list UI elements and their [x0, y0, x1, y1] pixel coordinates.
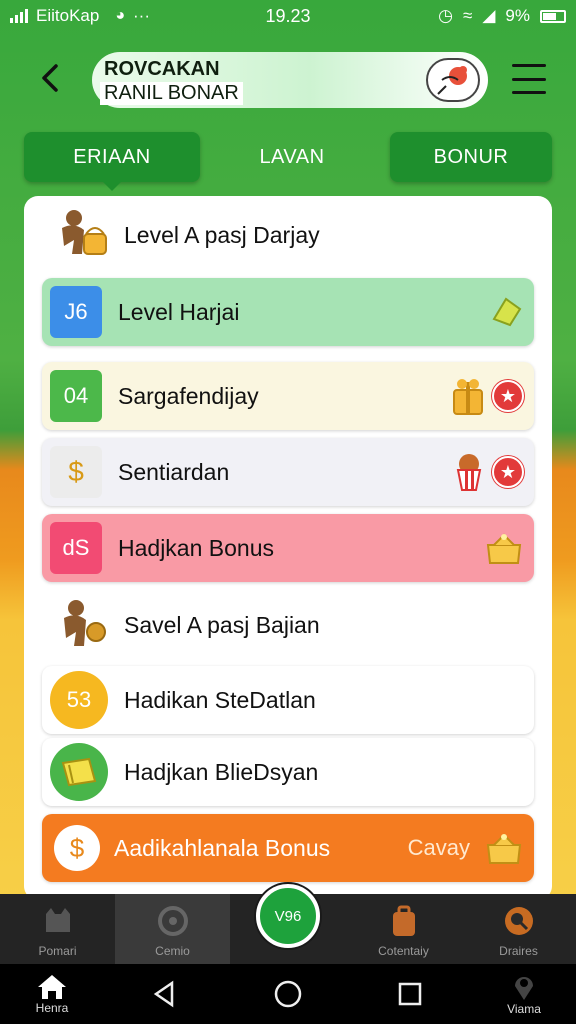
nav-cemio[interactable]: Cemio: [115, 894, 230, 964]
nav-cotentaiy[interactable]: Cotentaiy: [346, 894, 461, 964]
wifi-icon: ≈: [463, 6, 473, 25]
level-badge: 04: [50, 370, 102, 422]
bear-coin-icon: [64, 600, 106, 646]
nav-label: Pomari: [38, 944, 77, 958]
page-title-line1: ROVCAKAN: [104, 58, 220, 80]
title-pill: ROVCAKAN RANIL BONAR: [92, 52, 488, 108]
recents-button[interactable]: [380, 972, 440, 1016]
nav-draires[interactable]: Draires: [461, 894, 576, 964]
battery-icon: [540, 9, 566, 23]
star-badge-icon: ★: [492, 380, 524, 412]
popcorn-icon: [456, 454, 482, 491]
row-actions: Cavay: [408, 814, 524, 882]
ticket-icon: [61, 757, 97, 787]
row-actions: [484, 514, 524, 582]
tab-bonur[interactable]: BONUR: [390, 132, 552, 182]
list-panel: Level A pasj Darjay J6 Level Harjai 04 S…: [24, 196, 552, 900]
section-header-2: Savel A pasj Bajian: [24, 594, 552, 656]
home-label: Henra: [35, 1001, 69, 1015]
circle-home-icon: [274, 980, 302, 1008]
pin-icon: [515, 977, 533, 1000]
tab-lavan[interactable]: LAVAN: [204, 132, 380, 182]
alarm-icon: ◷: [438, 6, 453, 25]
level-badge: 53: [50, 671, 108, 729]
level-badge: [50, 743, 108, 801]
level-badge: J6: [50, 286, 102, 338]
cell-icon: ◢: [482, 6, 496, 25]
menu-bar: [512, 77, 546, 81]
nav-label: Cemio: [155, 944, 190, 958]
app-header: ROVCAKAN RANIL BONAR: [0, 44, 576, 116]
center-fab-button[interactable]: V96: [256, 884, 320, 948]
home-circle-button[interactable]: [258, 972, 318, 1016]
list-item-level-harjai[interactable]: J6 Level Harjai: [42, 278, 534, 346]
section-title-2: Savel A pasj Bajian: [124, 611, 320, 638]
level-badge: dS: [50, 522, 102, 574]
gift-icon: [453, 379, 483, 415]
list-item-hadjkan-bonus[interactable]: dS Hadjkan Bonus: [42, 514, 534, 582]
list-item-label: Sentiardan: [118, 458, 230, 485]
home-icon: [38, 975, 66, 999]
back-button[interactable]: [30, 58, 70, 98]
coin-badge-icon: $: [50, 446, 102, 498]
tab-bar: ERIAAN LAVAN BONUR: [24, 132, 552, 191]
list-item-hadikan-stedatlan[interactable]: 53 Hadikan SteDatlan: [42, 666, 534, 734]
section-title-1: Level A pasj Darjay: [124, 221, 320, 248]
location-button[interactable]: Viama: [494, 972, 554, 1016]
bonus-row-label: Aadikahlanala Bonus: [114, 834, 331, 861]
section-header-1: Level A pasj Darjay: [24, 204, 552, 266]
list-item-sentiardan[interactable]: $ Sentiardan ★: [42, 438, 534, 506]
bonus-row[interactable]: $ Aadikahlanala Bonus Cavay: [42, 814, 534, 882]
nav-label: Draires: [499, 944, 538, 958]
list-item-hadjkan-bliedsyan[interactable]: Hadjkan BlieDsyan: [42, 738, 534, 806]
status-right: ◷ ≈ ◢ 9%: [438, 6, 566, 26]
bird-icon: [437, 66, 467, 95]
gem-icon: [492, 297, 522, 327]
menu-bar: [512, 64, 546, 67]
bear-basket-icon: [62, 210, 107, 255]
chevron-left-icon: [42, 64, 58, 92]
battery-label: 9%: [505, 6, 530, 25]
list-item-label: Level Harjai: [118, 298, 240, 325]
gauge-icon: [156, 904, 190, 938]
square-recents-icon: [398, 982, 422, 1006]
treasure-chest-icon: [486, 533, 522, 564]
list-item-label: Hadikan SteDatlan: [124, 686, 316, 713]
treasure-chest-icon: [486, 833, 522, 864]
list-item-label: Sargafendijay: [118, 382, 259, 409]
backpack-icon: [387, 904, 421, 938]
list-item-label: Hadjkan BlieDsyan: [124, 758, 319, 785]
chat-bubble-icon[interactable]: [426, 58, 480, 102]
magnifier-icon: [502, 904, 536, 938]
star-badge-icon: ★: [492, 456, 524, 488]
cat-icon: [41, 904, 75, 938]
triangle-back-icon: [153, 980, 174, 1008]
menu-button[interactable]: [512, 64, 546, 94]
row-actions: ★: [450, 362, 524, 430]
page-title-line2: RANIL BONAR: [100, 82, 243, 105]
row-actions: [488, 278, 524, 346]
list-item-label: Hadjkan Bonus: [118, 534, 274, 561]
system-nav-bar: Henra Viama: [0, 964, 576, 1024]
list-item-sargafendijay[interactable]: 04 Sargafendijay ★: [42, 362, 534, 430]
tab-eriaan[interactable]: ERIAAN: [24, 132, 200, 191]
nav-pomari[interactable]: Pomari: [0, 894, 115, 964]
row-actions: ★: [452, 438, 524, 506]
menu-bar: [512, 91, 546, 94]
nav-label: Cotentaiy: [378, 944, 429, 958]
coin-chat-icon: $: [54, 825, 100, 871]
back-system-button[interactable]: [134, 972, 194, 1016]
bonus-row-action[interactable]: Cavay: [408, 835, 470, 861]
home-button[interactable]: Henra: [22, 972, 82, 1016]
status-bar: EiitoKap ◕ ··· 19.23 ◷ ≈ ◢ 9%: [0, 0, 576, 32]
location-label: Viama: [507, 1002, 541, 1016]
